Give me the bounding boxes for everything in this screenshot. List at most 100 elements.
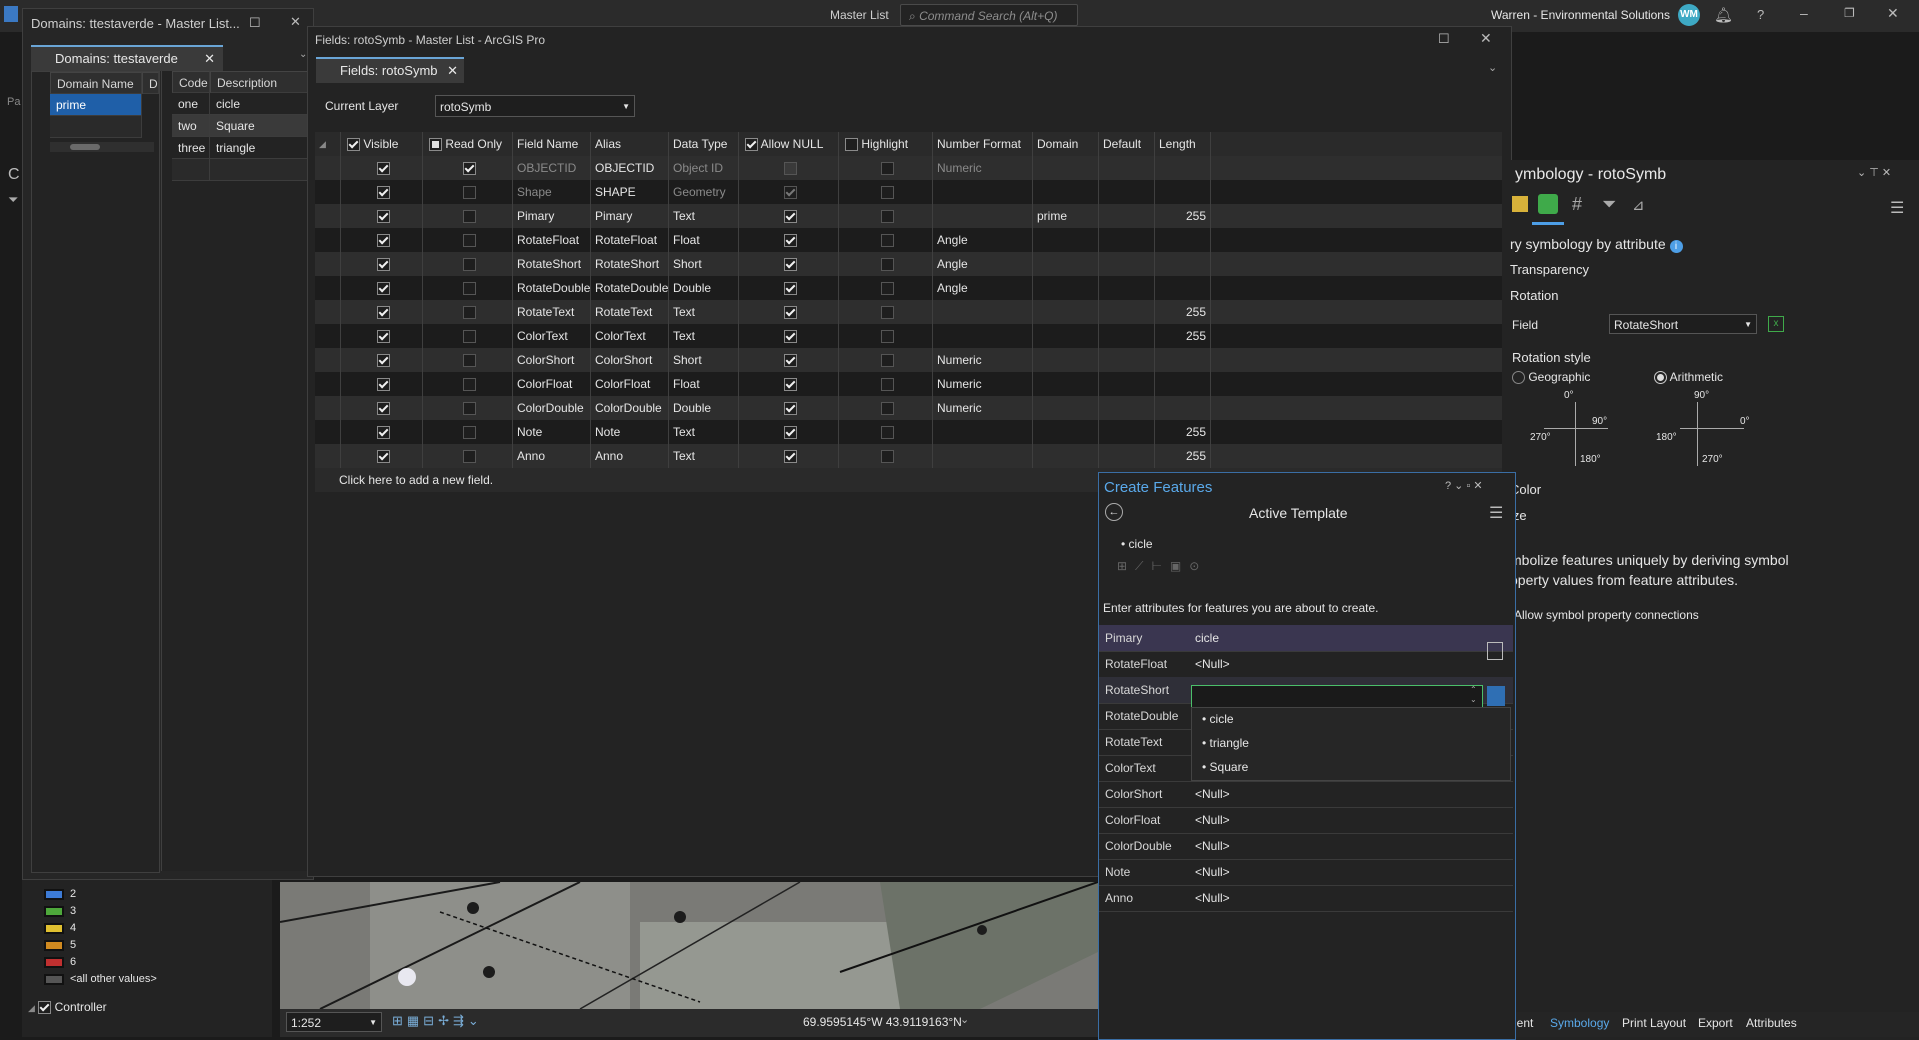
visible-checkbox-cell[interactable] <box>341 372 423 396</box>
column-header-read-only[interactable]: Read Only <box>423 132 513 156</box>
allow-null-checkbox-cell[interactable] <box>739 348 839 372</box>
row-selector[interactable] <box>315 324 341 348</box>
highlight-checkbox-cell[interactable] <box>839 300 933 324</box>
allow-null-checkbox[interactable] <box>784 234 797 248</box>
allow-null-checkbox-cell[interactable] <box>739 252 839 276</box>
chevron-down-icon[interactable]: ⌄ <box>960 1013 969 1026</box>
grid-icon[interactable]: # <box>1572 194 1582 215</box>
attribute-row[interactable]: Anno <Null> <box>1099 885 1513 912</box>
alias-cell[interactable]: ColorText <box>591 324 669 348</box>
allow-null-checkbox[interactable] <box>784 306 797 320</box>
format-cell[interactable]: Numeric <box>933 156 1033 180</box>
visible-checkbox-cell[interactable] <box>341 300 423 324</box>
highlight-checkbox[interactable] <box>881 426 894 440</box>
column-header-domain-name[interactable]: Domain Name <box>50 72 142 94</box>
info-icon[interactable]: i <box>1669 240 1683 253</box>
length-cell[interactable] <box>1155 276 1211 300</box>
tab-symbology[interactable]: Symbology <box>1550 1016 1609 1030</box>
format-cell[interactable] <box>933 420 1033 444</box>
attribute-value[interactable]: <Null> <box>1195 781 1230 807</box>
readonly-checkbox-cell[interactable] <box>423 444 513 468</box>
allow-null-checkbox[interactable] <box>784 426 797 440</box>
length-cell[interactable] <box>1155 348 1211 372</box>
allow-null-checkbox-cell[interactable] <box>739 156 839 180</box>
format-cell[interactable]: Numeric <box>933 372 1033 396</box>
domain-cell[interactable] <box>1033 252 1099 276</box>
highlight-checkbox-cell[interactable] <box>839 396 933 420</box>
description-cell-empty[interactable] <box>210 159 314 181</box>
attribute-value[interactable]: cicle <box>1195 625 1219 651</box>
field-row[interactable]: ColorDouble ColorDouble Double Numeric <box>315 396 1502 420</box>
readonly-all-checkbox[interactable] <box>429 138 442 152</box>
type-cell[interactable]: Text <box>669 420 739 444</box>
readonly-checkbox[interactable] <box>463 450 476 464</box>
allow-null-checkbox[interactable] <box>784 354 797 368</box>
transparency-label[interactable]: Transparency <box>1510 262 1589 277</box>
help-icon[interactable]: ? <box>1757 7 1764 22</box>
visible-checkbox-cell[interactable] <box>341 180 423 204</box>
format-cell[interactable] <box>933 300 1033 324</box>
map-view[interactable] <box>280 882 1098 1009</box>
tab-domains[interactable]: Domains: ttestaverde ✕ <box>31 45 223 71</box>
allow-null-checkbox[interactable] <box>784 186 797 200</box>
legend-item[interactable]: 2 <box>44 888 76 900</box>
highlight-checkbox[interactable] <box>881 210 894 224</box>
map-tools-icons[interactable]: ⊞▦⊟✢⇶⌄ <box>392 1013 483 1029</box>
highlight-checkbox[interactable] <box>881 378 894 392</box>
default-cell[interactable] <box>1099 276 1155 300</box>
attribute-value[interactable]: <Null> <box>1195 651 1230 677</box>
primary-symbology-icon[interactable] <box>1512 196 1528 212</box>
allow-null-checkbox-cell[interactable] <box>739 228 839 252</box>
readonly-checkbox[interactable] <box>463 210 476 224</box>
maximize-icon[interactable]: ☐ <box>1438 31 1450 47</box>
back-icon[interactable]: ← <box>1105 503 1123 521</box>
allow-null-checkbox-cell[interactable] <box>739 324 839 348</box>
visible-checkbox[interactable] <box>377 354 390 368</box>
length-cell[interactable] <box>1155 156 1211 180</box>
visible-checkbox[interactable] <box>377 426 390 440</box>
readonly-checkbox-cell[interactable] <box>423 420 513 444</box>
column-header-default[interactable]: Default <box>1099 132 1155 156</box>
domain-cell[interactable] <box>1033 300 1099 324</box>
highlight-checkbox-cell[interactable] <box>839 180 933 204</box>
attribute-value[interactable]: <Null> <box>1195 807 1230 833</box>
readonly-checkbox[interactable] <box>463 306 476 320</box>
type-cell[interactable]: Text <box>669 444 739 468</box>
minimize-icon[interactable]: – <box>1800 5 1808 21</box>
close-icon[interactable]: ✕ <box>1480 30 1492 47</box>
attribute-row[interactable]: Pimary cicle <box>1099 625 1513 652</box>
type-cell[interactable]: Object ID <box>669 156 739 180</box>
readonly-checkbox-cell[interactable] <box>423 156 513 180</box>
allow-null-checkbox-cell[interactable] <box>739 204 839 228</box>
type-cell[interactable]: Text <box>669 324 739 348</box>
menu-icon[interactable]: ☰ <box>1890 198 1904 218</box>
field-row[interactable]: Pimary Pimary Text prime 255 <box>315 204 1502 228</box>
domain-cell[interactable] <box>1033 180 1099 204</box>
attribute-row[interactable]: RotateFloat <Null> <box>1099 651 1513 678</box>
allow-null-checkbox-cell[interactable] <box>739 180 839 204</box>
attribute-row[interactable]: ColorFloat <Null> <box>1099 807 1513 834</box>
expression-icon[interactable]: x <box>1768 316 1784 332</box>
visible-checkbox[interactable] <box>377 330 390 344</box>
name-cell[interactable]: ColorFloat <box>513 372 591 396</box>
legend-item[interactable]: <all other values> <box>44 973 157 985</box>
readonly-checkbox-cell[interactable] <box>423 300 513 324</box>
tab-print-layout[interactable]: Print Layout <box>1622 1016 1686 1030</box>
alias-cell[interactable]: RotateShort <box>591 252 669 276</box>
name-cell[interactable]: OBJECTID <box>513 156 591 180</box>
pane-options-icon[interactable]: ? ⌄ ▫ ✕ <box>1445 479 1483 492</box>
code-cell[interactable]: three <box>172 137 210 159</box>
domain-cell[interactable] <box>1033 348 1099 372</box>
readonly-checkbox[interactable] <box>463 162 476 176</box>
alias-cell[interactable]: Pimary <box>591 204 669 228</box>
highlight-checkbox-cell[interactable] <box>839 348 933 372</box>
allow-null-checkbox[interactable] <box>784 378 797 392</box>
field-row[interactable]: Note Note Text 255 <box>315 420 1502 444</box>
maximize-icon[interactable]: ☐ <box>249 15 261 31</box>
code-cell[interactable]: two <box>172 115 210 137</box>
type-cell[interactable]: Short <box>669 252 739 276</box>
vary-symbology-icon[interactable] <box>1538 194 1558 214</box>
domain-cell[interactable] <box>1033 420 1099 444</box>
visible-checkbox-cell[interactable] <box>341 420 423 444</box>
format-cell[interactable]: Angle <box>933 228 1033 252</box>
